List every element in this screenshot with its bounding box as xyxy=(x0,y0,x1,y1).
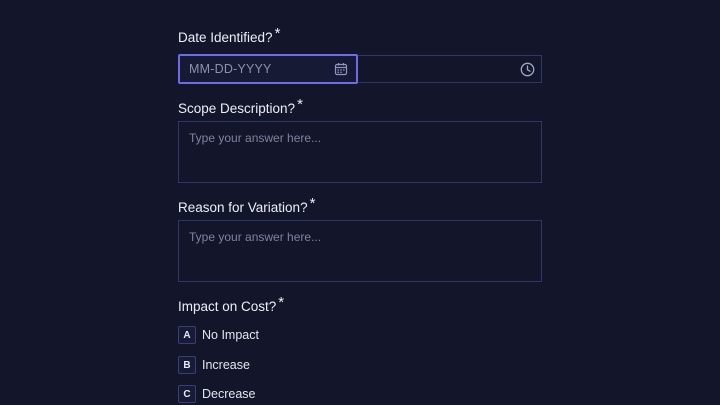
required-marker: * xyxy=(309,195,316,212)
reason-for-variation-label-text: Reason for Variation? xyxy=(178,200,308,215)
date-identified-label: Date Identified? * xyxy=(178,25,280,46)
scope-description-placeholder: Type your answer here... xyxy=(189,131,322,145)
option-label-decrease: Decrease xyxy=(202,387,256,401)
option-key-c: C xyxy=(178,385,196,403)
option-increase[interactable]: B Increase xyxy=(178,356,250,374)
reason-for-variation-label: Reason for Variation? * xyxy=(178,195,315,216)
required-marker: * xyxy=(278,294,285,311)
scope-description-textarea[interactable]: Type your answer here... xyxy=(178,121,542,183)
reason-for-variation-placeholder: Type your answer here... xyxy=(189,230,322,244)
option-no-impact[interactable]: A No Impact xyxy=(178,326,259,344)
option-key-b: B xyxy=(178,356,196,374)
option-label-no-impact: No Impact xyxy=(202,328,259,342)
date-input-placeholder: MM-DD-YYYY xyxy=(189,62,272,76)
date-identified-label-text: Date Identified? xyxy=(178,30,273,45)
reason-for-variation-textarea[interactable]: Type your answer here... xyxy=(178,220,542,282)
clock-icon[interactable] xyxy=(520,62,535,77)
impact-on-cost-label: Impact on Cost? * xyxy=(178,294,284,315)
required-marker: * xyxy=(274,25,281,42)
calendar-icon[interactable] xyxy=(334,62,348,76)
time-input[interactable] xyxy=(358,55,542,83)
option-key-a: A xyxy=(178,326,196,344)
impact-on-cost-label-text: Impact on Cost? xyxy=(178,299,277,314)
option-label-increase: Increase xyxy=(202,358,250,372)
scope-description-label: Scope Description? * xyxy=(178,96,303,117)
scope-description-label-text: Scope Description? xyxy=(178,101,296,116)
required-marker: * xyxy=(297,96,303,113)
option-decrease[interactable]: C Decrease xyxy=(178,385,256,403)
date-input[interactable]: MM-DD-YYYY xyxy=(178,54,358,84)
